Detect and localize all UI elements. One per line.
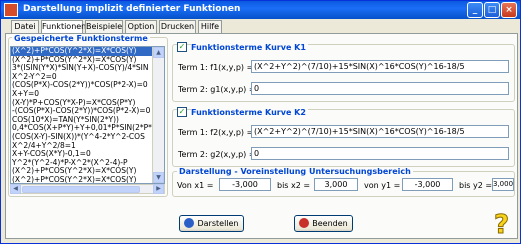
beenden-button[interactable]: Beenden	[294, 215, 353, 232]
list-item[interactable]: (COS(P*X)-COS(2*Y))*COS(P*2-X)=0	[11, 81, 164, 90]
list-item[interactable]: (COS(X-Y)-SIN(X))*(Y^4-2*Y^2-COS	[11, 133, 164, 142]
list-item[interactable]: Y^2*(Y^2-4)*P-X^2*(X^2-4)-P	[11, 159, 164, 168]
exit-icon	[299, 218, 310, 228]
maximize-button[interactable]: □	[484, 2, 500, 18]
k1-term1-input[interactable]: (X^2+Y^2)^(7/10)+15*SIN(X)^16*COS(Y)^16-…	[251, 60, 509, 73]
x2-input[interactable]: 3,000	[314, 178, 358, 191]
list-item[interactable]: X+Y=0	[11, 90, 164, 99]
app-icon	[4, 3, 18, 17]
tab-drucken[interactable]: Drucken	[159, 20, 196, 33]
scroll-up-icon[interactable]: ▲	[153, 47, 164, 58]
list-item[interactable]: (X-Y)*P+COS(Y*X-P)=X*COS(P*Y)	[11, 99, 164, 108]
list-item[interactable]: -(COS(P*X)-COS(2*Y))*COS(P*2-X)=0	[11, 107, 164, 116]
list-item[interactable]: (X^2)+P*COS(Y^2*X)=X*COS(Y)	[11, 176, 164, 183]
k1-term1-label: Term 1: f1(x,y,p) =	[178, 63, 254, 72]
list-item[interactable]: COS(10*X)=TAN(Y*SIN(2*Y))	[11, 116, 164, 125]
y1-input[interactable]: -3,000	[402, 178, 453, 191]
k2-checkbox-label: Funktionsterme Kurve K2	[191, 108, 308, 117]
k2-term1-input[interactable]: (X^2+Y^2)^(7/10)+15*SIN(X)^16*COS(Y)^16-…	[251, 125, 509, 138]
title-bar[interactable]: Darstellung implizit definierter Funktio…	[1, 1, 520, 19]
help-question-mark: ?	[494, 210, 509, 237]
y1-label: von y1 =	[364, 181, 401, 190]
list-item[interactable]: 0,4*COS(X+P*Y)+Y+0,01*P*SIN(2*P*	[11, 124, 164, 133]
k1-checkbox-label: Funktionsterme Kurve K1	[191, 43, 308, 52]
x1-input[interactable]: -3,000	[219, 178, 271, 191]
tab-funktionen[interactable]: Funktionen	[41, 20, 86, 33]
saved-terms-list[interactable]: (X^2)+P*COS(Y^2*X)=X*COS(Y) (X^2)+P*COS(Y…	[10, 46, 165, 184]
list-item[interactable]: X^2/4+Y^2/8=1	[11, 142, 164, 151]
list-item[interactable]: (X^2)+P*COS(Y^2*X)=X*COS(Y)	[11, 167, 164, 176]
range-title: Darstellung - Voreinstellung Untersuchun…	[177, 167, 413, 176]
beenden-label: Beenden	[312, 219, 348, 228]
saved-terms-title: Gespeicherte Funktionsterme	[12, 34, 150, 43]
darstellen-label: Darstellen	[197, 219, 239, 228]
k2-term2-input[interactable]: 0	[251, 147, 509, 160]
app-window: Darstellung implizit definierter Funktio…	[0, 0, 521, 244]
list-item[interactable]: (X^2)+P*COS(Y^2*X)=X*COS(Y)	[11, 47, 164, 56]
k2-term1-label: Term 1: f2(x,y,p) =	[178, 128, 254, 137]
k1-term2-input[interactable]: 0	[251, 82, 509, 95]
tab-datei[interactable]: Datei	[11, 20, 39, 33]
list-horizontal-scrollbar[interactable]: ◀ ▶	[10, 184, 165, 194]
tab-hilfe[interactable]: Hilfe	[198, 20, 222, 33]
graph-icon	[184, 218, 195, 228]
scroll-down-icon[interactable]: ▼	[153, 172, 164, 183]
minimize-button[interactable]: _	[467, 2, 483, 18]
y2-label: bis y2 =	[459, 181, 493, 190]
list-item[interactable]: X+Y-COS(X*Y)-0,1=0	[11, 150, 164, 159]
scroll-right-icon[interactable]: ▶	[153, 184, 164, 194]
tab-option[interactable]: Option	[125, 20, 157, 33]
k2-checkbox[interactable]: ✓	[177, 107, 187, 117]
k1-checkbox[interactable]: ✓	[177, 42, 187, 52]
help-icon[interactable]: ?	[491, 209, 515, 238]
list-item[interactable]: (X^2)+P*COS(Y^2*X)=X*COS(Y)	[11, 56, 164, 65]
window-title: Darstellung implizit definierter Funktio…	[23, 4, 241, 14]
x2-label: bis x2 =	[277, 181, 311, 190]
list-vertical-scrollbar[interactable]: ▲ ▼	[152, 47, 164, 183]
list-item[interactable]: X^2-Y^2=0	[11, 73, 164, 82]
k1-term2-label: Term 2: g1(x,y,p) =	[178, 85, 256, 94]
tab-beispiele[interactable]: Beispiele	[85, 20, 123, 33]
horizontal-scroll-thumb[interactable]	[22, 186, 140, 193]
y2-input[interactable]: 3,000	[492, 178, 514, 191]
k2-term2-label: Term 2: g2(x,y,p) =	[178, 150, 256, 159]
darstellen-button[interactable]: Darstellen	[179, 215, 244, 232]
list-item[interactable]: 3*(ISIN(Y*X)*SIN(Y+X)-COS(Y)/4*SIN	[11, 64, 164, 73]
x1-label: Von x1 =	[177, 181, 214, 190]
scroll-left-icon[interactable]: ◀	[10, 184, 21, 194]
close-button[interactable]: ×	[501, 2, 517, 18]
